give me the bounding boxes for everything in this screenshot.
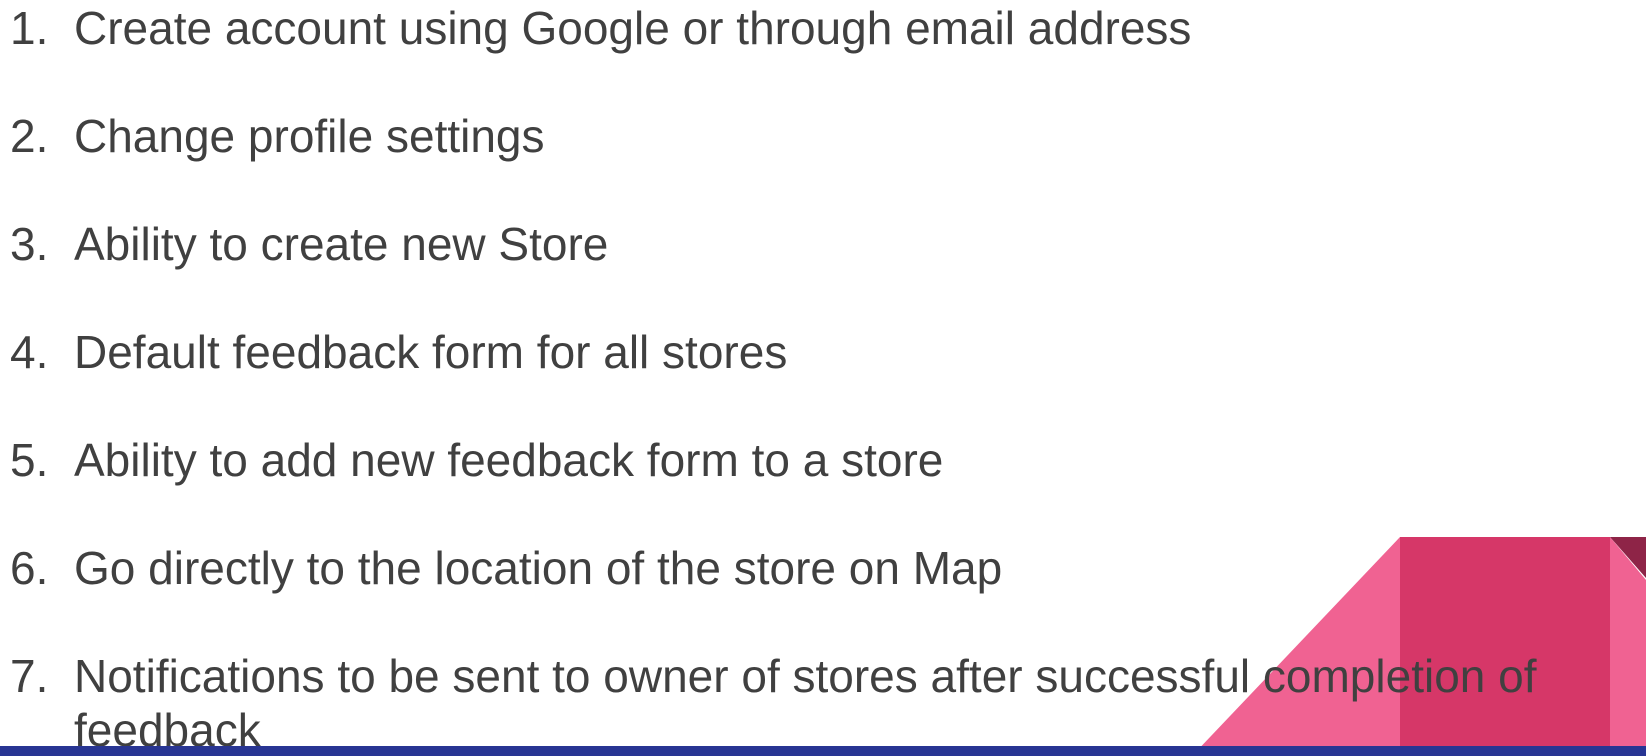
- list-item-number: 3.: [10, 218, 49, 270]
- slide: 1. Create account using Google or throug…: [0, 0, 1646, 756]
- list-item-text: Change profile settings: [74, 110, 545, 162]
- list-item-text: Create account using Google or through e…: [74, 2, 1192, 54]
- list-item-text: Default feedback form for all stores: [74, 326, 788, 378]
- list-item: 5. Ability to add new feedback form to a…: [0, 433, 1646, 493]
- list-item-text: Go directly to the location of the store…: [74, 542, 1003, 594]
- list-item-text: Ability to add new feedback form to a st…: [74, 434, 944, 486]
- list-item: 6. Go directly to the location of the st…: [0, 541, 1646, 601]
- list-item-number: 5.: [10, 434, 49, 486]
- list-item: 4. Default feedback form for all stores: [0, 325, 1646, 385]
- list-item-number: 6.: [10, 542, 49, 594]
- list-item-number: 7.: [10, 650, 49, 702]
- list-item-text: Notifications to be sent to owner of sto…: [74, 650, 1537, 702]
- list-item-number: 4.: [10, 326, 49, 378]
- list-item: 1. Create account using Google or throug…: [0, 1, 1646, 61]
- list-item-number: 2.: [10, 110, 49, 162]
- list-item: 7. Notifications to be sent to owner of …: [0, 649, 1646, 756]
- list-item-number: 1.: [10, 2, 49, 54]
- list-item-text: Ability to create new Store: [74, 218, 609, 270]
- bottom-bar: [0, 746, 1646, 756]
- list-item: 3. Ability to create new Store: [0, 217, 1646, 277]
- list-item: 2. Change profile settings: [0, 109, 1646, 169]
